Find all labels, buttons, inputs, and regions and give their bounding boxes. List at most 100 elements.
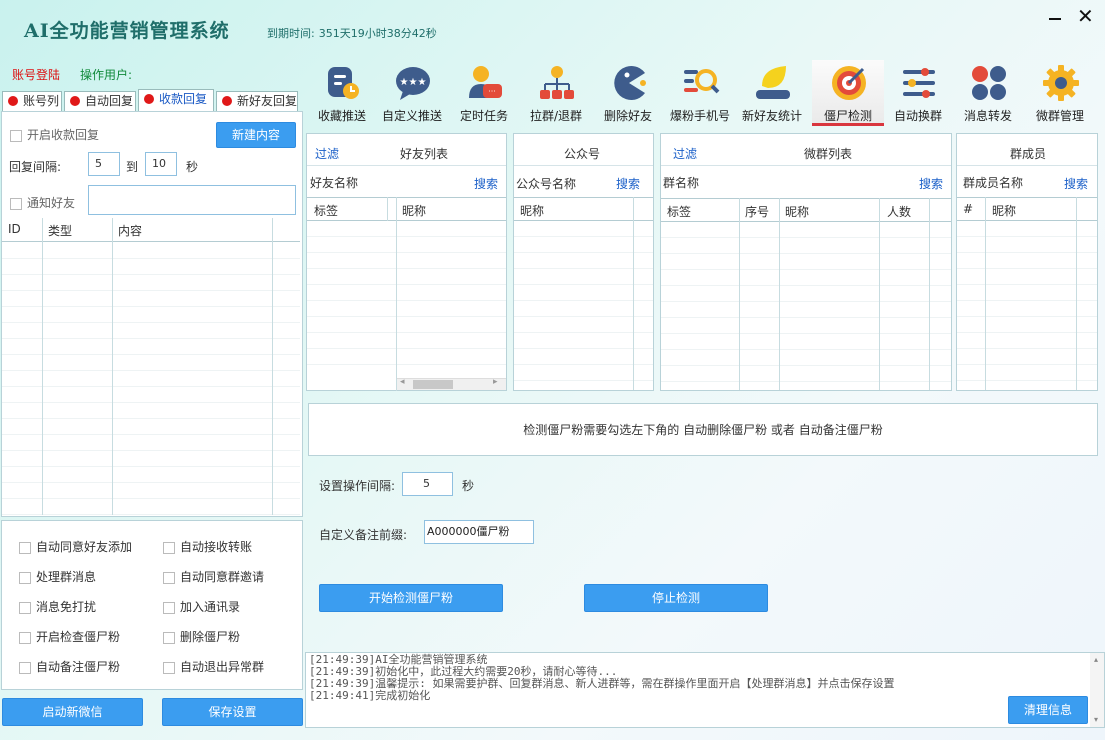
svg-text:···: ···: [488, 87, 496, 96]
option-check-zombie[interactable]: 开启检查僵尸粉: [19, 628, 120, 645]
interval-to-input[interactable]: 10: [145, 152, 177, 176]
col-hash: #: [963, 202, 974, 216]
interval-from-input[interactable]: 5: [88, 152, 120, 176]
col-tag: 标签: [667, 205, 692, 219]
notify-friend-input[interactable]: [88, 185, 296, 215]
option-delete-zombie[interactable]: 删除僵尸粉: [163, 628, 240, 645]
option-auto-exit-abnormal-group[interactable]: 自动退出异常群: [163, 658, 264, 675]
to-label: 到: [126, 160, 139, 174]
option-label: 自动同意好友添加: [36, 540, 133, 554]
friends-hscrollbar[interactable]: ◂ ▸: [397, 377, 506, 390]
tab-account-list[interactable]: 账号列: [2, 91, 62, 111]
col-count: 人数: [887, 205, 912, 219]
groups-search-link[interactable]: 搜索: [919, 175, 943, 192]
grid-header-type: 类型: [48, 224, 73, 238]
toolbar-zombie-detect[interactable]: 僵尸检测: [812, 60, 884, 126]
option-handle-group-msg[interactable]: 处理群消息: [19, 568, 96, 585]
group-tree-icon: [540, 66, 574, 99]
friends-name-label: 好友名称: [310, 176, 359, 190]
operator-label: 操作用户:: [80, 68, 133, 82]
tab-payment-reply[interactable]: 收款回复: [138, 89, 214, 111]
tab-new-friend-reply[interactable]: 新好友回复: [216, 91, 298, 111]
col-nickname: 昵称: [402, 204, 427, 218]
save-settings-button[interactable]: 保存设置: [162, 698, 303, 726]
option-label: 自动同意群邀请: [180, 570, 265, 584]
option-label: 加入通讯录: [180, 600, 241, 614]
friends-filter-link[interactable]: 过滤: [315, 145, 339, 162]
toolbar-label: 拉群/退群: [529, 109, 583, 123]
notify-friend-checkbox[interactable]: 通知好友: [10, 194, 75, 211]
official-name-label: 公众号名称: [516, 177, 577, 191]
operation-interval-input[interactable]: 5: [402, 472, 453, 496]
tab-auto-reply[interactable]: 自动回复: [64, 91, 136, 111]
col-tag: 标签: [314, 204, 339, 218]
enable-payment-reply-label: 开启收款回复: [27, 128, 100, 142]
log-vscrollbar[interactable]: ▴ ▾: [1090, 653, 1104, 727]
col-nickname: 昵称: [785, 205, 810, 219]
friends-search-link[interactable]: 搜索: [474, 175, 498, 192]
content-grid-header: ID 类型 内容: [2, 218, 300, 242]
seconds-label: 秒: [186, 160, 199, 174]
option-auto-receive-transfer[interactable]: 自动接收转账: [163, 538, 252, 555]
toolbar-pull-group[interactable]: 拉群/退群: [520, 60, 592, 126]
groups-name-label: 群名称: [663, 176, 700, 190]
expire-label: 到期时间:: [267, 27, 315, 40]
interval-seconds-label: 秒: [462, 479, 475, 493]
start-zombie-detect-button[interactable]: 开始检测僵尸粉: [319, 584, 503, 612]
groups-filter-link[interactable]: 过滤: [673, 145, 697, 162]
option-label: 消息免打扰: [36, 600, 97, 614]
target-icon: [832, 66, 866, 100]
toolbar-label: 收藏推送: [317, 109, 366, 123]
minimize-button[interactable]: [1046, 8, 1064, 28]
toolbar-group-manage[interactable]: 微群管理: [1024, 60, 1096, 126]
account-login-link[interactable]: 账号登陆: [12, 66, 60, 83]
groups-grid-body[interactable]: [661, 222, 951, 390]
option-auto-accept-friend[interactable]: 自动同意好友添加: [19, 538, 132, 555]
chat-bubble-icon: ★★★: [396, 67, 430, 100]
toolbar-scheduled-task[interactable]: ··· 定时任务: [448, 60, 520, 126]
notify-friend-label: 通知好友: [27, 196, 76, 210]
option-label: 删除僵尸粉: [180, 630, 241, 644]
toolbar-phone-numbers[interactable]: 爆粉手机号: [664, 60, 736, 126]
option-remark-zombie[interactable]: 自动备注僵尸粉: [19, 658, 120, 675]
friends-grid-header: 标签 昵称: [307, 197, 506, 221]
members-search-link[interactable]: 搜索: [1064, 175, 1088, 192]
start-wechat-button[interactable]: 启动新微信: [2, 698, 143, 726]
friends-grid-body[interactable]: [307, 221, 506, 377]
enable-payment-reply-checkbox[interactable]: 开启收款回复: [10, 126, 99, 143]
leaf-stats-icon: [756, 66, 790, 99]
toolbar-custom-push[interactable]: ★★★ 自定义推送: [376, 60, 448, 126]
scheduled-task-icon: ···: [469, 66, 502, 98]
content-grid-body[interactable]: [2, 243, 300, 515]
operation-interval-label: 设置操作间隔:: [319, 479, 396, 493]
grid-header-id: ID: [8, 222, 21, 236]
close-button[interactable]: ✕: [1077, 6, 1094, 26]
scroll-thumb[interactable]: [413, 380, 453, 389]
toolbar-label: 删除好友: [603, 109, 652, 123]
members-title: 群成员: [1010, 147, 1047, 161]
toolbar-label: 僵尸检测: [823, 109, 872, 123]
groups-title: 微群列表: [804, 147, 853, 161]
app-title: AI全功能营销管理系统: [24, 20, 230, 42]
dots-grid-icon: [972, 66, 1006, 100]
zombie-hint-box: 检测僵尸粉需要勾选左下角的 自动删除僵尸粉 或者 自动备注僵尸粉: [308, 403, 1098, 456]
toolbar-delete-friend[interactable]: 删除好友: [592, 60, 664, 126]
new-content-button[interactable]: 新建内容: [216, 122, 296, 148]
option-add-contacts[interactable]: 加入通讯录: [163, 598, 240, 615]
option-label: 自动备注僵尸粉: [36, 660, 121, 674]
option-label: 开启检查僵尸粉: [36, 630, 121, 644]
toolbar-label: 消息转发: [963, 109, 1012, 123]
stop-detect-button[interactable]: 停止检测: [584, 584, 768, 612]
toolbar-bookmark-push[interactable]: 收藏推送: [306, 60, 378, 126]
log-area[interactable]: [21:49:39]AI全功能营销管理系统 [21:49:39]初始化中，此过程…: [305, 652, 1105, 728]
official-search-link[interactable]: 搜索: [616, 175, 640, 192]
toolbar-auto-switch-group[interactable]: 自动换群: [882, 60, 954, 126]
toolbar-message-forward[interactable]: 消息转发: [952, 60, 1024, 126]
clear-log-button[interactable]: 清理信息: [1008, 696, 1088, 724]
toolbar-label: 定时任务: [459, 109, 508, 123]
search-list-icon: [684, 69, 720, 94]
option-mute[interactable]: 消息免打扰: [19, 598, 96, 615]
remark-prefix-input[interactable]: A000000僵尸粉: [424, 520, 534, 544]
option-auto-accept-group-invite[interactable]: 自动同意群邀请: [163, 568, 264, 585]
toolbar-new-friend-stats[interactable]: 新好友统计: [736, 60, 808, 126]
